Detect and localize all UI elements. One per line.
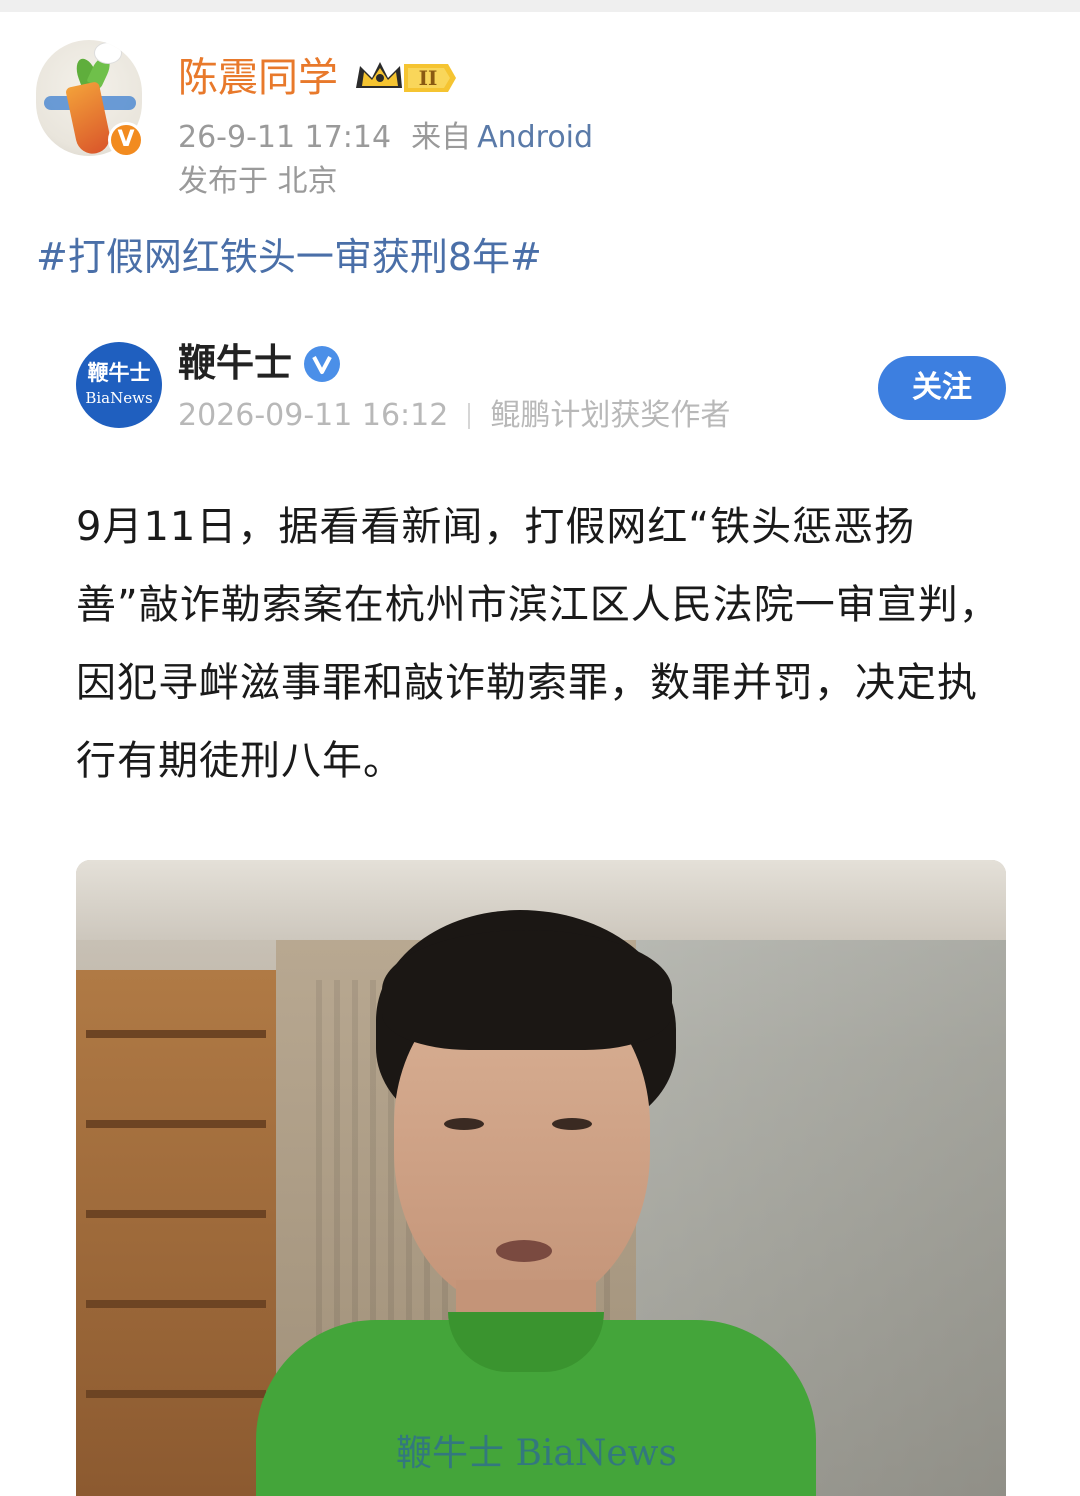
photo-person-eye xyxy=(552,1118,592,1130)
bianews-logo[interactable]: 鞭牛士 BiaNews xyxy=(76,342,162,428)
logo-text-en: BiaNews xyxy=(85,389,153,407)
post-meta: 26-9-11 17:14 来自 Android xyxy=(178,118,593,158)
photo-bookshelf xyxy=(76,970,276,1496)
post-location: 发布于 北京 xyxy=(178,164,338,199)
level-badge-text: II xyxy=(419,66,438,90)
status-strip xyxy=(0,0,1080,12)
avatar-bunny xyxy=(94,42,122,64)
card-meta: 2026-09-11 16:12 鲲鹏计划获奖作者 xyxy=(178,396,730,436)
embedded-post-card[interactable]: 鞭牛士 BiaNews 鞭牛士 2026-09-11 16:12 鲲鹏计划获奖作者… xyxy=(36,312,1044,1496)
meta-divider xyxy=(468,403,471,429)
photo-person-fringe xyxy=(382,930,672,1050)
hashtag-link[interactable]: #打假网红铁头一审获刑8年# xyxy=(36,232,542,282)
source-prefix: 来自 xyxy=(411,120,472,155)
card-body-text: 9月11日，据看看新闻，打假网红“铁头惩恶扬善”敲诈勒索案在杭州市滨江区人民法院… xyxy=(76,504,1000,784)
card-time: 2026-09-11 16:12 xyxy=(178,398,449,433)
logo-text-cn: 鞭牛士 xyxy=(87,360,151,385)
card-award: 鲲鹏计划获奖作者 xyxy=(490,398,731,433)
card-author-name[interactable]: 鞭牛士 xyxy=(178,338,292,388)
carrot-avatar-icon xyxy=(65,81,113,156)
photo-watermark: 鞭牛士 BiaNews xyxy=(396,1433,677,1474)
blue-v-verified-icon xyxy=(304,346,340,382)
crown-level-icon[interactable]: II xyxy=(352,58,458,98)
verified-icon: V xyxy=(108,122,144,158)
photo-person-mouth xyxy=(496,1240,552,1262)
source-device[interactable]: Android xyxy=(477,120,593,155)
username[interactable]: 陈震同学 xyxy=(178,52,338,104)
news-photo[interactable]: 鞭牛士 BiaNews xyxy=(76,860,1006,1496)
follow-button[interactable]: 关注 xyxy=(878,356,1006,420)
photo-person-eye xyxy=(444,1118,484,1130)
post-time: 26-9-11 17:14 xyxy=(178,120,392,155)
